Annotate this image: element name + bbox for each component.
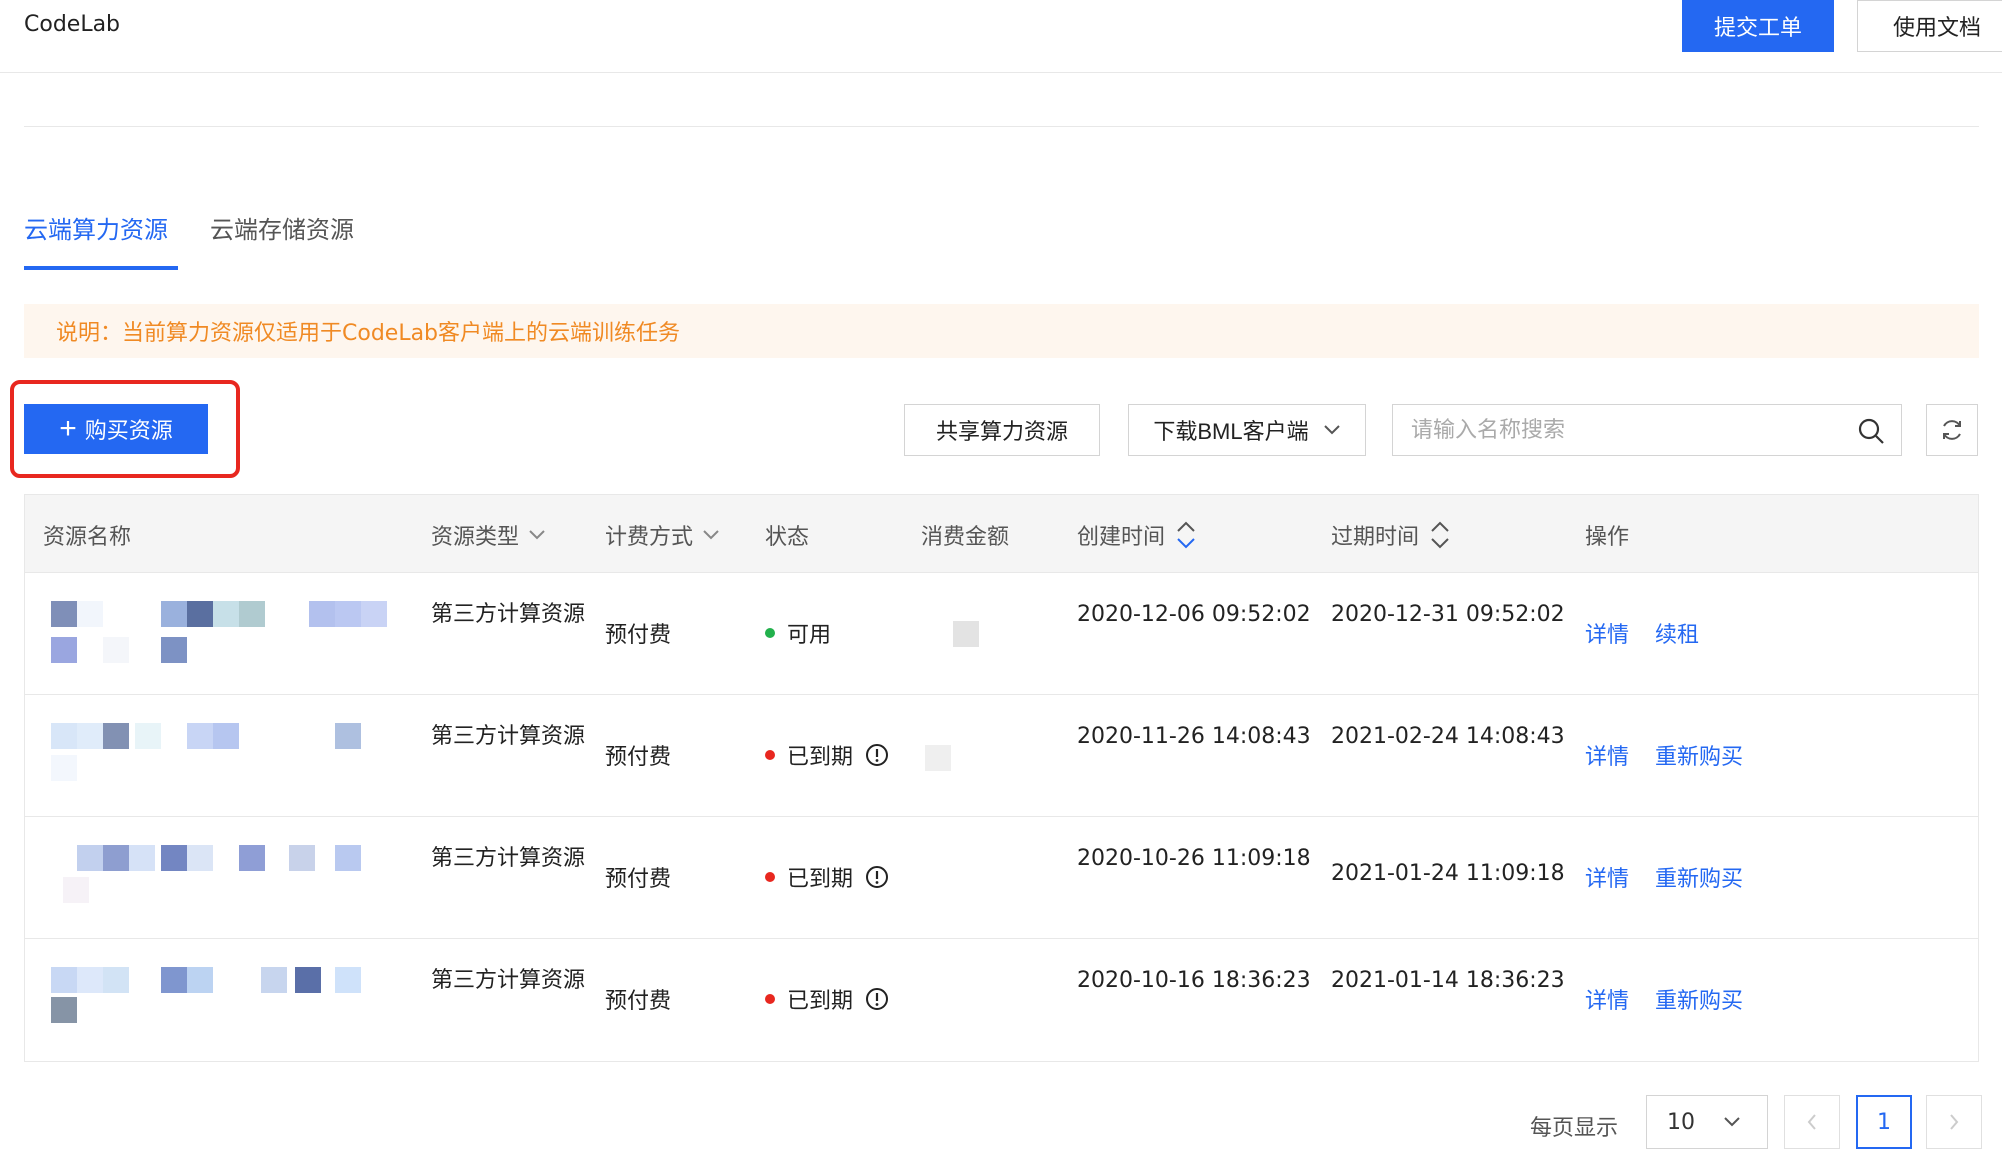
resource-table: 资源名称 资源类型 计费方式 状态 消费金额 创建时间 过期时间 操作 第三方计… — [24, 494, 1979, 1062]
repurchase-link[interactable]: 重新购买 — [1655, 739, 1743, 771]
expires-time: 2020-12-31 09:52:02 — [1331, 602, 1565, 627]
notice-text: 说明：当前算力资源仅适用于CodeLab客户端上的云端训练任务 — [56, 321, 681, 346]
detail-link[interactable]: 详情 — [1585, 739, 1629, 771]
created-time: 2020-10-16 18:36:23 — [1077, 968, 1311, 993]
column-header-amount: 消费金额 — [921, 525, 1010, 550]
status-badge: 已到期 — [765, 739, 889, 771]
page-number-button[interactable]: 1 — [1856, 1095, 1912, 1149]
expires-time: 2021-01-24 11:09:18 — [1331, 861, 1565, 886]
per-page-label: 每页显示 — [1530, 1116, 1619, 1141]
refresh-icon — [1943, 420, 1961, 440]
status-dot-icon — [765, 872, 775, 882]
search-icon[interactable] — [1857, 417, 1885, 445]
billing-method: 预付费 — [605, 623, 672, 648]
tab-compute-resources[interactable]: 云端算力资源 — [24, 210, 168, 245]
resource-type: 第三方计算资源 — [431, 968, 586, 993]
table-row: 第三方计算资源 预付费 已到期 2020-11-26 14:08:43 2021… — [25, 695, 1978, 817]
created-time: 2020-10-26 11:09:18 — [1077, 846, 1311, 871]
chevron-left-icon — [1807, 1114, 1816, 1130]
detail-link[interactable]: 详情 — [1585, 617, 1629, 649]
resource-type: 第三方计算资源 — [431, 846, 586, 871]
redacted-amount — [953, 621, 979, 647]
highlight-annotation — [10, 380, 240, 478]
column-header-expires[interactable]: 过期时间 — [1331, 519, 1451, 551]
download-client-label: 下载BML客户端 — [1153, 419, 1309, 444]
status-badge: 可用 — [765, 617, 831, 649]
app-title: CodeLab — [24, 12, 121, 37]
column-header-created[interactable]: 创建时间 — [1077, 519, 1197, 551]
billing-method: 预付费 — [605, 989, 672, 1014]
column-header-name: 资源名称 — [43, 525, 132, 550]
created-time: 2020-12-06 09:52:02 — [1077, 602, 1311, 627]
share-compute-button[interactable]: 共享算力资源 — [904, 404, 1100, 456]
created-time: 2020-11-26 14:08:43 — [1077, 724, 1311, 749]
chevron-down-icon — [529, 530, 545, 540]
status-badge: 已到期 — [765, 861, 889, 893]
column-header-actions: 操作 — [1585, 525, 1630, 550]
chevron-right-icon — [1950, 1114, 1959, 1130]
table-header: 资源名称 资源类型 计费方式 状态 消费金额 创建时间 过期时间 操作 — [25, 495, 1978, 573]
detail-link[interactable]: 详情 — [1585, 861, 1629, 893]
next-page-button[interactable] — [1926, 1095, 1982, 1149]
expires-time: 2021-01-14 18:36:23 — [1331, 968, 1565, 993]
repurchase-link[interactable]: 重新购买 — [1655, 861, 1743, 893]
prev-page-button[interactable] — [1784, 1095, 1840, 1149]
download-client-dropdown[interactable]: 下载BML客户端 — [1128, 404, 1366, 456]
search-input[interactable] — [1411, 413, 1831, 447]
status-text: 已到期 — [787, 867, 854, 892]
submit-ticket-button[interactable]: 提交工单 — [1682, 0, 1834, 52]
repurchase-link[interactable]: 重新购买 — [1655, 983, 1743, 1015]
active-tab-indicator — [24, 266, 178, 270]
billing-method: 预付费 — [605, 745, 672, 770]
table-row: 第三方计算资源 预付费 已到期 2020-10-26 11:09:18 2021… — [25, 817, 1978, 939]
status-badge: 已到期 — [765, 983, 889, 1015]
status-text: 已到期 — [787, 989, 854, 1014]
column-header-type[interactable]: 资源类型 — [431, 519, 545, 551]
column-header-status: 状态 — [765, 525, 810, 550]
redacted-amount — [925, 745, 951, 771]
warning-icon[interactable] — [865, 865, 889, 889]
table-row: 第三方计算资源 预付费 可用 2020-12-06 09:52:02 2020-… — [25, 573, 1978, 695]
resource-type: 第三方计算资源 — [431, 602, 586, 627]
detail-link[interactable]: 详情 — [1585, 983, 1629, 1015]
status-text: 已到期 — [787, 745, 854, 770]
warning-icon[interactable] — [865, 987, 889, 1011]
chevron-down-icon — [703, 530, 719, 540]
chevron-down-icon — [1724, 1117, 1740, 1127]
billing-method: 预付费 — [605, 867, 672, 892]
redacted-name-mosaic — [39, 955, 409, 1043]
status-text: 可用 — [787, 623, 832, 648]
warning-icon[interactable] — [865, 743, 889, 767]
per-page-select[interactable]: 10 — [1646, 1095, 1768, 1149]
divider — [24, 126, 1979, 127]
chevron-down-icon — [1323, 425, 1340, 435]
refresh-button[interactable] — [1926, 404, 1978, 456]
status-dot-icon — [765, 628, 775, 638]
per-page-value: 10 — [1667, 1109, 1695, 1135]
column-header-billing[interactable]: 计费方式 — [605, 519, 719, 551]
notice-banner: 说明：当前算力资源仅适用于CodeLab客户端上的云端训练任务 — [24, 304, 1979, 358]
sort-icon — [1431, 521, 1449, 549]
table-row: 第三方计算资源 预付费 已到期 2020-10-16 18:36:23 2021… — [25, 939, 1978, 1061]
redacted-name-mosaic — [39, 711, 409, 799]
sort-icon — [1177, 521, 1195, 549]
status-dot-icon — [765, 994, 775, 1004]
status-dot-icon — [765, 750, 775, 760]
resource-type: 第三方计算资源 — [431, 724, 586, 749]
top-bar: CodeLab 提交工单 使用文档 — [0, 0, 2002, 73]
expires-time: 2021-02-24 14:08:43 — [1331, 724, 1565, 749]
tab-storage-resources[interactable]: 云端存储资源 — [210, 210, 354, 245]
search-box — [1392, 404, 1902, 456]
redacted-name-mosaic — [39, 589, 409, 677]
renew-link[interactable]: 续租 — [1655, 617, 1699, 649]
docs-button[interactable]: 使用文档 — [1857, 0, 2002, 52]
redacted-name-mosaic — [39, 833, 409, 921]
